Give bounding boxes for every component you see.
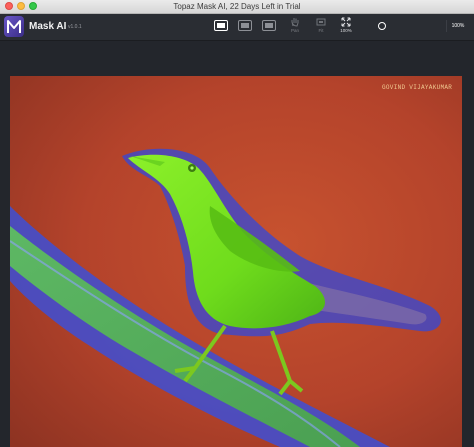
app-name: Mask AI <box>29 21 67 32</box>
side-by-side-view-button[interactable] <box>262 20 276 31</box>
single-view-icon <box>217 23 225 28</box>
single-view-button[interactable] <box>214 20 228 31</box>
zoom-100-button[interactable]: 100% <box>336 17 356 39</box>
expand-arrows-icon <box>341 17 351 27</box>
zoom-100-label: 100% <box>340 28 352 33</box>
masked-photo <box>10 76 462 447</box>
app-toolbar: Mask AI v1.0.1 Pan Fit 100% 100% <box>0 14 474 41</box>
fit-screen-icon <box>316 18 326 26</box>
fit-tool-label: Fit <box>318 28 324 33</box>
split-view-button[interactable] <box>238 20 252 31</box>
zoom-level[interactable]: 100% <box>446 20 469 32</box>
brush-size-icon[interactable] <box>378 22 386 30</box>
photo-watermark: GOVIND VIJAYAKUMAR <box>382 84 453 91</box>
fit-tool-button[interactable]: Fit <box>311 17 331 39</box>
app-version: v1.0.1 <box>68 24 82 30</box>
pan-tool-button[interactable]: Pan <box>285 17 305 39</box>
hand-icon <box>291 18 299 27</box>
pan-tool-label: Pan <box>290 28 299 33</box>
window-titlebar: Topaz Mask AI, 22 Days Left in Trial <box>0 0 474 14</box>
mask-ai-logo-icon <box>7 20 21 33</box>
window-title: Topaz Mask AI, 22 Days Left in Trial <box>173 2 301 11</box>
photo-canvas[interactable]: GOVIND VIJAYAKUMAR <box>10 76 462 447</box>
canvas-area[interactable]: GOVIND VIJAYAKUMAR <box>0 41 474 447</box>
app-logo <box>4 16 24 37</box>
